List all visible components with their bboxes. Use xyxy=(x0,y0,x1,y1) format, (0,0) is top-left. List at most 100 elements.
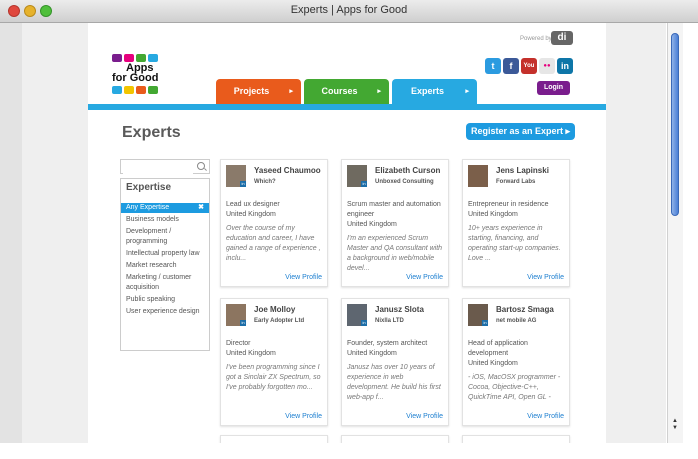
expert-card[interactable]: in Elizabeth Curson Unboxed Consulting S… xyxy=(341,159,449,287)
expert-role: Entrepreneur in residence United Kingdom xyxy=(468,201,549,218)
expert-name[interactable]: Jens Lapinski xyxy=(496,166,549,175)
logo-square xyxy=(136,86,146,94)
expert-card[interactable]: Jens Lapinski Forward Labs Entrepreneur … xyxy=(462,159,570,287)
nav-underline xyxy=(88,104,606,110)
linkedin-badge-icon: in xyxy=(240,181,246,187)
scroll-thumb[interactable] xyxy=(671,33,679,216)
expert-card[interactable]: in Joe Molloy Early Adopter Ltd Director… xyxy=(220,298,328,426)
avatar: in xyxy=(468,304,488,326)
expert-name[interactable]: Joe Molloy xyxy=(254,305,295,314)
tab-label: Experts xyxy=(410,86,445,96)
chevron-right-icon: ▸ xyxy=(377,88,381,95)
expert-organisation: Unboxed Consulting xyxy=(375,179,434,185)
expert-card[interactable] xyxy=(341,435,449,443)
expert-organisation: Which? xyxy=(254,179,276,185)
search-input[interactable] xyxy=(123,165,193,178)
window-edge xyxy=(0,443,698,459)
filter-title: Expertise xyxy=(126,182,172,193)
chevron-right-icon: ▸ xyxy=(289,88,293,95)
avatar: in xyxy=(347,304,367,326)
view-profile-link[interactable]: View Profile xyxy=(527,274,564,281)
expert-card[interactable] xyxy=(462,435,570,443)
filter-item-programming[interactable]: programming xyxy=(121,237,209,247)
filter-item-ux-design[interactable]: User experience design xyxy=(121,307,209,317)
view-profile-link[interactable]: View Profile xyxy=(527,413,564,420)
avatar: in xyxy=(226,165,246,187)
apps-for-good-logo[interactable]: Apps for Good xyxy=(112,54,164,98)
filter-item-development[interactable]: Development / xyxy=(121,227,209,237)
expert-role: Director United Kingdom xyxy=(226,340,276,357)
page-title: Experts xyxy=(122,124,181,141)
view-profile-link[interactable]: View Profile xyxy=(285,413,322,420)
expert-name[interactable]: Janusz Slota xyxy=(375,305,424,314)
expert-name[interactable]: Elizabeth Curson xyxy=(375,166,440,175)
view-profile-link[interactable]: View Profile xyxy=(406,274,443,281)
filter-item-acquisition[interactable]: acquisition xyxy=(121,283,209,293)
youtube-icon[interactable]: You xyxy=(521,58,537,74)
logo-square xyxy=(136,54,146,62)
logo-square xyxy=(148,86,158,94)
expert-card[interactable]: in Bartosz Smaga net mobile AG Head of a… xyxy=(462,298,570,426)
filter-item-public-speaking[interactable]: Public speaking xyxy=(121,295,209,305)
logo-square xyxy=(112,86,122,94)
expert-organisation: Early Adopter Ltd xyxy=(254,318,305,324)
logo-square xyxy=(124,54,134,62)
expert-card[interactable] xyxy=(220,435,328,443)
powered-by-text: Powered by xyxy=(520,36,552,42)
tab-courses[interactable]: Courses ▸ xyxy=(304,79,389,104)
window-edge xyxy=(683,23,698,443)
page-viewport: Powered by di Apps for Good t f You ●● i… xyxy=(22,23,666,443)
expert-card[interactable]: in Yaseed Chaumoo Which? Lead ux designe… xyxy=(220,159,328,287)
twitter-icon[interactable]: t xyxy=(485,58,501,74)
filter-item-any-expertise[interactable]: Any Expertise ✖ xyxy=(121,203,209,213)
linkedin-icon[interactable]: in xyxy=(557,58,573,74)
expert-organisation: Nixlla LTD xyxy=(375,318,404,324)
login-button[interactable]: Login xyxy=(537,81,570,95)
left-gutter xyxy=(0,23,22,443)
expert-organisation: net mobile AG xyxy=(496,318,537,324)
expert-role: Founder, system architect United Kingdom xyxy=(347,340,428,357)
logo-line-2: for Good xyxy=(112,72,159,84)
expert-bio: 10+ years experience in starting, financ… xyxy=(468,225,561,262)
di-logo[interactable]: di xyxy=(551,31,573,45)
view-profile-link[interactable]: View Profile xyxy=(406,413,443,420)
tab-label: Projects xyxy=(233,86,270,96)
expert-card[interactable]: in Janusz Slota Nixlla LTD Founder, syst… xyxy=(341,298,449,426)
linkedin-badge-icon: in xyxy=(361,181,367,187)
expert-bio: I've been programming since I got a Sinc… xyxy=(226,364,321,391)
facebook-icon[interactable]: f xyxy=(503,58,519,74)
register-as-expert-button[interactable]: Register as an Expert ▸ xyxy=(466,123,575,140)
expert-organisation: Forward Labs xyxy=(496,179,536,185)
browser-window: Experts | Apps for Good Powered by di Ap… xyxy=(0,0,698,459)
tab-experts[interactable]: Experts ▸ xyxy=(392,79,477,104)
clear-filter-icon[interactable]: ✖ xyxy=(198,203,204,213)
search-field[interactable] xyxy=(120,159,210,178)
chevron-right-icon: ▸ xyxy=(465,88,469,95)
window-title: Experts | Apps for Good xyxy=(290,4,408,16)
avatar xyxy=(468,165,488,187)
expert-role: Head of application development United K… xyxy=(468,340,528,367)
filter-item-label: Any Expertise xyxy=(126,204,170,211)
vertical-scrollbar[interactable]: ▲ ▼ xyxy=(667,23,683,443)
linkedin-badge-icon: in xyxy=(361,320,367,326)
expert-bio: Over the course of my education and care… xyxy=(226,225,321,262)
expert-role: Scrum master and automation engineer Uni… xyxy=(347,201,441,228)
logo-text: Apps for Good xyxy=(112,63,164,84)
scroll-arrows-icon[interactable]: ▲ ▼ xyxy=(670,418,680,432)
view-profile-link[interactable]: View Profile xyxy=(285,274,322,281)
search-icon[interactable] xyxy=(197,162,205,170)
filter-item-marketing[interactable]: Marketing / customer xyxy=(121,273,209,283)
flickr-icon[interactable]: ●● xyxy=(539,58,555,74)
filter-item-ip-law[interactable]: Intellectual property law xyxy=(121,249,209,259)
avatar: in xyxy=(347,165,367,187)
filter-item-market-research[interactable]: Market research xyxy=(121,261,209,271)
tab-projects[interactable]: Projects ▸ xyxy=(216,79,301,104)
logo-square xyxy=(124,86,134,94)
expert-role: Lead ux designer United Kingdom xyxy=(226,201,280,218)
linkedin-badge-icon: in xyxy=(240,320,246,326)
tab-label: Courses xyxy=(321,86,358,96)
filter-item-business-models[interactable]: Business models xyxy=(121,215,209,225)
expert-name[interactable]: Bartosz Smaga xyxy=(496,305,554,314)
expert-name[interactable]: Yaseed Chaumoo xyxy=(254,166,321,175)
avatar: in xyxy=(226,304,246,326)
